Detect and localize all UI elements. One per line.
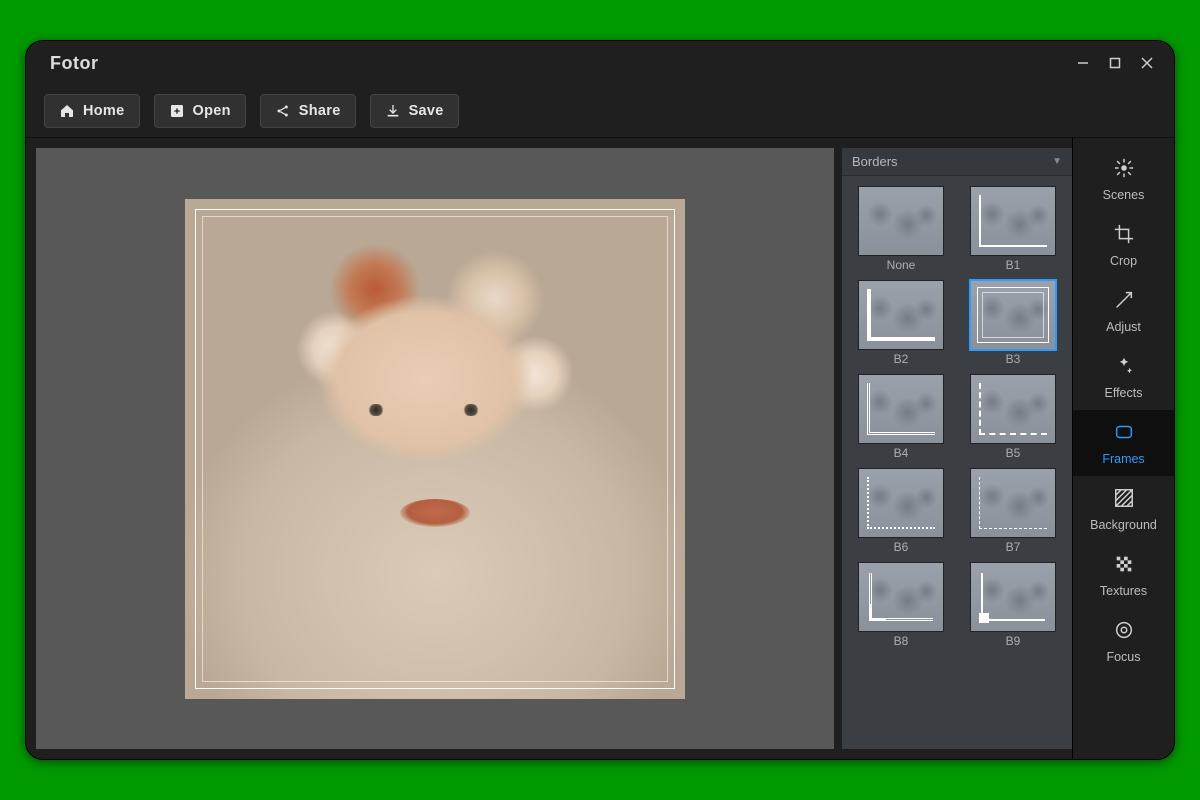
tool-effects[interactable]: Effects [1073,344,1174,410]
tools-sidebar: Scenes Crop Adjust Effects Frames Background T… [1072,138,1174,759]
tool-label: Scenes [1103,188,1145,202]
tool-scenes[interactable]: Scenes [1073,146,1174,212]
crop-icon [1113,223,1135,248]
open-button[interactable]: Open [154,94,246,128]
border-thumb-label: B5 [1006,446,1021,462]
border-thumb-b6[interactable]: B6 [852,468,950,556]
open-label: Open [193,103,231,119]
border-thumb-label: B1 [1006,258,1021,274]
background-icon [1113,487,1135,512]
borders-panel: Borders ▼ None B1 B2 B3 B4 B5 B6 B7 B8 B9 [842,148,1072,749]
textures-icon [1113,553,1135,578]
minimize-button[interactable] [1072,52,1094,74]
collapse-icon: ▼ [1052,156,1062,167]
tool-label: Crop [1110,254,1137,268]
scenes-icon [1113,157,1135,182]
borders-panel-header[interactable]: Borders ▼ [842,148,1072,176]
adjust-icon [1113,289,1135,314]
border-thumb-b3[interactable]: B3 [964,280,1062,368]
border-thumb-label: B9 [1006,634,1021,650]
tool-label: Effects [1105,386,1143,400]
applied-frame-overlay [195,209,675,689]
border-thumb-label: B4 [894,446,909,462]
tool-label: Adjust [1106,320,1141,334]
border-thumb-b9[interactable]: B9 [964,562,1062,650]
close-button[interactable] [1136,52,1158,74]
share-label: Share [299,103,341,119]
border-thumb-b8[interactable]: B8 [852,562,950,650]
open-icon [169,103,185,119]
window-controls [1072,52,1158,74]
border-thumb-b4[interactable]: B4 [852,374,950,462]
border-thumb-label: B2 [894,352,909,368]
tool-textures[interactable]: Textures [1073,542,1174,608]
titlebar: Fotor [26,41,1174,85]
share-icon [275,103,291,119]
border-thumb-b5[interactable]: B5 [964,374,1062,462]
tool-frames[interactable]: Frames [1073,410,1174,476]
home-icon [59,103,75,119]
main-toolbar: Home Open Share Save [26,85,1174,137]
home-button[interactable]: Home [44,94,140,128]
border-thumb-none[interactable]: None [852,186,950,274]
border-thumb-b7[interactable]: B7 [964,468,1062,556]
tool-label: Background [1090,518,1157,532]
border-thumb-b1[interactable]: B1 [964,186,1062,274]
workarea: Borders ▼ None B1 B2 B3 B4 B5 B6 B7 B8 B9 Scenes C… [26,137,1174,759]
border-thumb-label: B6 [894,540,909,556]
effects-icon [1113,355,1135,380]
photo-preview [185,199,685,699]
borders-panel-title: Borders [852,154,898,169]
borders-grid[interactable]: None B1 B2 B3 B4 B5 B6 B7 B8 B9 [842,176,1072,749]
app-title: Fotor [50,53,98,74]
save-button[interactable]: Save [370,94,459,128]
tool-label: Frames [1102,452,1144,466]
share-button[interactable]: Share [260,94,356,128]
border-thumb-label: B3 [1006,352,1021,368]
maximize-button[interactable] [1104,52,1126,74]
border-thumb-label: None [887,258,916,274]
frames-icon [1113,421,1135,446]
tool-label: Textures [1100,584,1147,598]
border-thumb-b2[interactable]: B2 [852,280,950,368]
tool-crop[interactable]: Crop [1073,212,1174,278]
home-label: Home [83,103,125,119]
canvas[interactable] [36,148,834,749]
tool-background[interactable]: Background [1073,476,1174,542]
save-label: Save [409,103,444,119]
tool-label: Focus [1106,650,1140,664]
tool-focus[interactable]: Focus [1073,608,1174,674]
app-window: Fotor Home Open Share Save [25,40,1175,760]
focus-icon [1113,619,1135,644]
border-thumb-label: B7 [1006,540,1021,556]
save-icon [385,103,401,119]
border-thumb-label: B8 [894,634,909,650]
tool-adjust[interactable]: Adjust [1073,278,1174,344]
